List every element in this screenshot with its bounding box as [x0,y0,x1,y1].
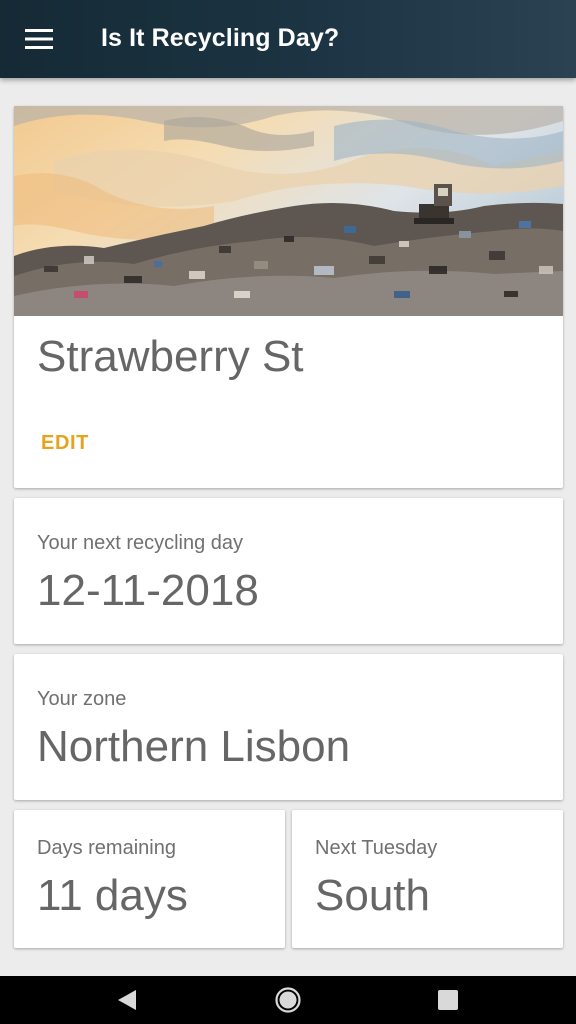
next-recycling-day-value: 12-11-2018 [37,566,259,615]
app-screen: Is It Recycling Day? Strawberry St EDIT … [0,0,576,1024]
days-remaining-value: 11 days [37,871,188,920]
home-circle-icon [275,987,301,1013]
edit-button[interactable]: EDIT [41,432,89,455]
back-button[interactable] [107,984,147,1016]
recents-square-icon [438,990,458,1010]
app-title: Is It Recycling Day? [101,24,340,52]
zone-card: Your zone Northern Lisbon [14,654,563,800]
days-remaining-card: Days remaining 11 days [14,810,285,948]
system-nav-bar [0,976,576,1024]
landfill-image [14,106,563,316]
next-recycling-day-label: Your next recycling day [37,532,244,554]
next-tuesday-card: Next Tuesday South [292,810,563,948]
next-tuesday-label: Next Tuesday [315,837,438,859]
menu-button[interactable] [14,18,64,60]
back-triangle-icon [118,990,136,1010]
home-button[interactable] [268,984,308,1016]
next-tuesday-value: South [315,871,430,920]
next-recycling-day-card: Your next recycling day 12-11-2018 [14,498,563,644]
app-bar: Is It Recycling Day? [0,0,576,78]
days-remaining-label: Days remaining [37,837,176,859]
recents-button[interactable] [428,984,468,1016]
street-card: Strawberry St EDIT [14,106,563,488]
zone-value: Northern Lisbon [37,722,351,771]
hamburger-menu-icon [25,29,53,49]
street-name: Strawberry St [37,332,304,381]
zone-label: Your zone [37,688,127,710]
